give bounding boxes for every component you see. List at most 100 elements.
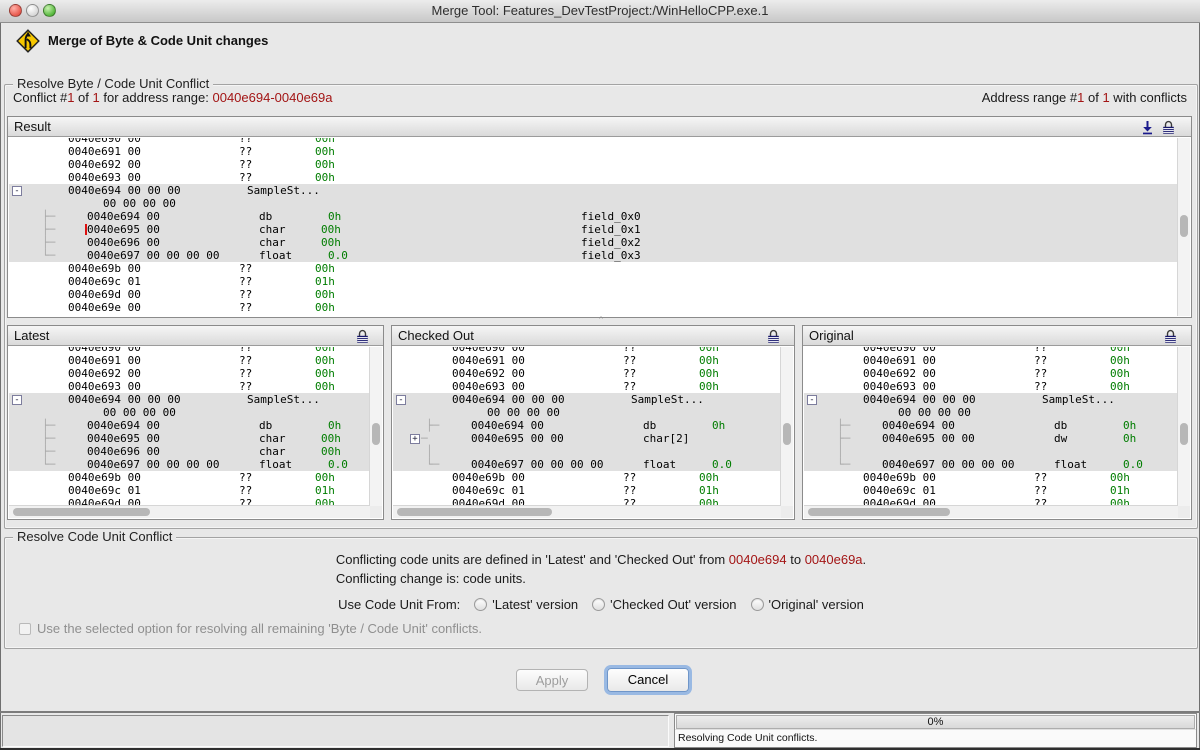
listing-row[interactable]: -0040e694 00 00 00SampleSt...	[9, 184, 1178, 197]
listing-text: ├─	[426, 419, 439, 432]
listing-row[interactable]: 00 00 00 00	[9, 197, 1178, 210]
listing-row[interactable]: 0040e69c 01??01h	[9, 275, 1178, 288]
apply-to-all-checkbox-row[interactable]: Use the selected option for resolving al…	[19, 621, 482, 636]
listing-row[interactable]: 0040e692 00??00h	[804, 367, 1178, 380]
listing-row[interactable]: 0040e693 00??00h	[9, 380, 370, 393]
radio-original-version[interactable]: 'Original' version	[751, 597, 864, 612]
listing-row[interactable]: 0040e690 00??00h	[9, 138, 1178, 145]
radio-checked-out-version[interactable]: 'Checked Out' version	[592, 597, 736, 612]
listing-text: ├─	[42, 236, 55, 249]
listing-row[interactable]: 0040e69b 00??00h	[393, 471, 781, 484]
scrollbar-thumb[interactable]	[1180, 215, 1188, 237]
result-vertical-scrollbar[interactable]	[1177, 138, 1190, 316]
listing-row[interactable]: └─0040e697 00 00 00 00float0.0	[393, 458, 781, 471]
listing-text: 0040e690 00	[68, 347, 141, 354]
scrollbar-thumb[interactable]	[808, 508, 950, 516]
lock-icon[interactable]	[767, 329, 780, 344]
radio-icon[interactable]	[751, 598, 764, 611]
listing-row[interactable]: 0040e693 00??00h	[393, 380, 781, 393]
listing-row[interactable]: +─0040e695 00 00char[2]	[393, 432, 781, 445]
original-vertical-scrollbar[interactable]	[1177, 347, 1190, 506]
scrollbar-thumb[interactable]	[13, 508, 150, 516]
listing-row[interactable]: 0040e690 00??00h	[9, 347, 370, 354]
listing-text: 0040e692 00	[863, 367, 936, 380]
listing-row[interactable]: 0040e69b 00??00h	[9, 262, 1178, 275]
latest-horizontal-scrollbar[interactable]	[9, 505, 370, 518]
listing-text: 0040e694 00	[87, 419, 160, 432]
scrollbar-corner	[781, 506, 793, 518]
listing-row[interactable]: 0040e690 00??00h	[393, 347, 781, 354]
original-panel: Original 0040e690 00??00h0040e691 00??00…	[802, 325, 1192, 520]
scroll-to-bottom-icon[interactable]	[1141, 120, 1154, 135]
listing-row[interactable]: 0040e691 00??00h	[804, 354, 1178, 367]
checkbox-icon[interactable]	[19, 623, 31, 635]
listing-row[interactable]: ├─0040e695 00 00dw0h	[804, 432, 1178, 445]
listing-row[interactable]: -0040e694 00 00 00SampleSt...	[9, 393, 370, 406]
checked-out-vertical-scrollbar[interactable]	[780, 347, 793, 506]
splitter-handle[interactable]: ⌃	[594, 317, 608, 325]
listing-row[interactable]: 0040e69d 00??00h	[9, 288, 1178, 301]
code-unit-choice-row: Use Code Unit From: 'Latest' version 'Ch…	[5, 597, 1197, 612]
listing-row[interactable]: 0040e69b 00??00h	[9, 471, 370, 484]
listing-row[interactable]: 0040e69c 01??01h	[804, 484, 1178, 497]
listing-row[interactable]: -0040e694 00 00 00SampleSt...	[804, 393, 1178, 406]
listing-row[interactable]: 0040e69b 00??00h	[804, 471, 1178, 484]
listing-row[interactable]: └─0040e697 00 00 00 00float0.0	[9, 458, 370, 471]
expand-toggle-icon[interactable]: -	[12, 395, 22, 405]
listing-row[interactable]: 0040e690 00??00h	[804, 347, 1178, 354]
apply-button[interactable]: Apply	[516, 669, 588, 691]
listing-text: 0040e69b 00	[452, 471, 525, 484]
lock-icon[interactable]	[1164, 329, 1177, 344]
lock-icon[interactable]	[356, 329, 369, 344]
listing-row[interactable]: 0040e692 00??00h	[9, 158, 1178, 171]
listing-text: 00h	[315, 367, 335, 380]
listing-row[interactable]: 0040e692 00??00h	[9, 367, 370, 380]
listing-row[interactable]: └─0040e697 00 00 00 00float0.0field_0x3	[9, 249, 1178, 262]
listing-row[interactable]: 0040e693 00??00h	[804, 380, 1178, 393]
listing-row[interactable]: │	[393, 445, 781, 458]
scrollbar-thumb[interactable]	[397, 508, 552, 516]
original-horizontal-scrollbar[interactable]	[804, 505, 1178, 518]
scrollbar-thumb[interactable]	[783, 423, 791, 445]
scrollbar-thumb[interactable]	[1180, 423, 1188, 445]
listing-text: 0040e691 00	[68, 145, 141, 158]
conflict-description-line2: Conflicting change is: code units.	[336, 569, 866, 588]
listing-row[interactable]: 0040e692 00??00h	[393, 367, 781, 380]
listing-row[interactable]: 00 00 00 00	[393, 406, 781, 419]
listing-row[interactable]: ├─0040e696 00char00h	[9, 445, 370, 458]
listing-row[interactable]: -0040e694 00 00 00SampleSt...	[393, 393, 781, 406]
listing-row[interactable]: └─0040e697 00 00 00 00float0.0	[804, 458, 1178, 471]
expand-toggle-icon[interactable]: +	[410, 434, 420, 444]
listing-row[interactable]: ├─0040e696 00char00hfield_0x2	[9, 236, 1178, 249]
listing-row[interactable]: │	[804, 445, 1178, 458]
listing-text: 0040e69b 00	[68, 262, 141, 275]
listing-row[interactable]: ├─0040e694 00db0hfield_0x0	[9, 210, 1178, 223]
listing-row[interactable]: 0040e691 00??00h	[393, 354, 781, 367]
listing-row[interactable]: 00 00 00 00	[804, 406, 1178, 419]
radio-icon[interactable]	[592, 598, 605, 611]
listing-text: 00h	[1110, 347, 1130, 354]
listing-row[interactable]: ├─0040e695 00char00h	[9, 432, 370, 445]
radio-icon[interactable]	[474, 598, 487, 611]
scrollbar-thumb[interactable]	[372, 423, 380, 445]
expand-toggle-icon[interactable]: -	[12, 186, 22, 196]
listing-row[interactable]: 0040e69c 01??01h	[9, 484, 370, 497]
listing-row[interactable]: ├─0040e695 00char00hfield_0x1	[9, 223, 1178, 236]
cancel-button[interactable]: Cancel	[607, 668, 689, 692]
listing-row[interactable]: 0040e691 00??00h	[9, 145, 1178, 158]
listing-row[interactable]: 0040e69c 01??01h	[393, 484, 781, 497]
listing-row[interactable]: 0040e69e 00??00h	[9, 301, 1178, 314]
listing-row[interactable]: 0040e693 00??00h	[9, 171, 1178, 184]
listing-row[interactable]: 00 00 00 00	[9, 406, 370, 419]
expand-toggle-icon[interactable]: -	[396, 395, 406, 405]
radio-latest-version[interactable]: 'Latest' version	[474, 597, 578, 612]
listing-text: 0040e696 00	[87, 445, 160, 458]
lock-icon[interactable]	[1162, 120, 1175, 135]
latest-vertical-scrollbar[interactable]	[369, 347, 382, 506]
checked-out-horizontal-scrollbar[interactable]	[393, 505, 781, 518]
listing-row[interactable]: 0040e691 00??00h	[9, 354, 370, 367]
listing-row[interactable]: ├─0040e694 00db0h	[393, 419, 781, 432]
expand-toggle-icon[interactable]: -	[807, 395, 817, 405]
listing-row[interactable]: ├─0040e694 00db0h	[9, 419, 370, 432]
listing-row[interactable]: ├─0040e694 00db0h	[804, 419, 1178, 432]
